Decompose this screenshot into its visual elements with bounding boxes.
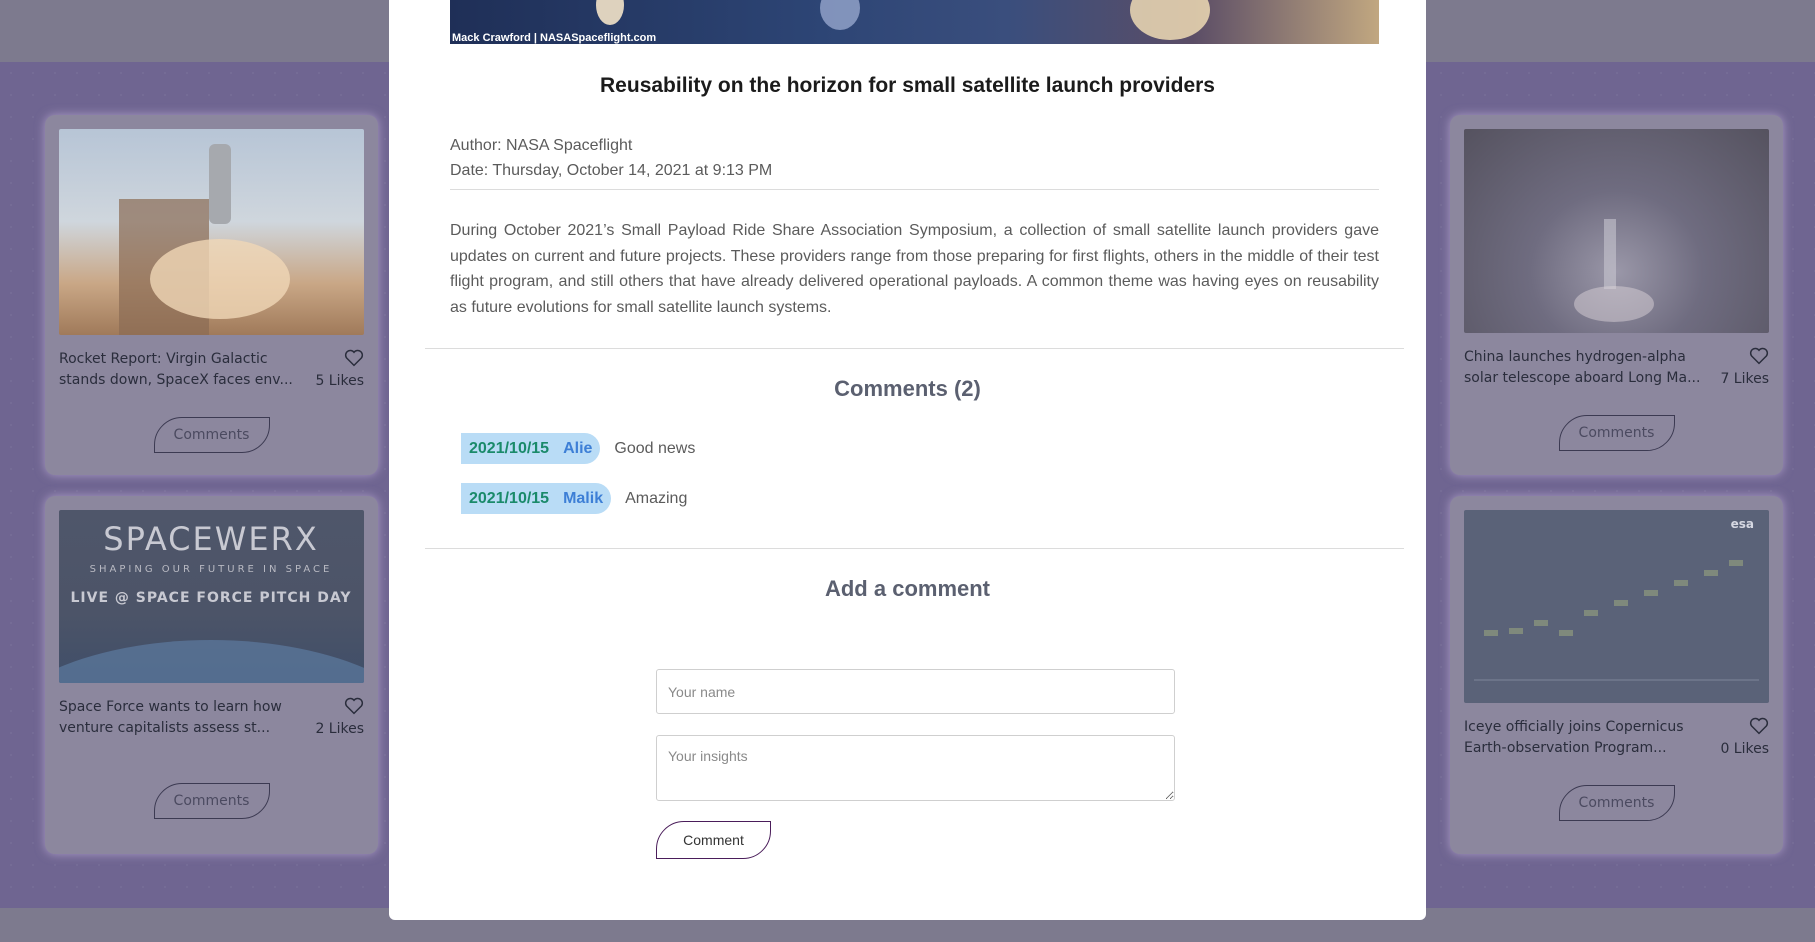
likes-count: 0 Likes <box>1720 741 1769 757</box>
card-title[interactable]: China launches hydrogen-alpha solar tele… <box>1464 347 1709 389</box>
heart-icon[interactable] <box>344 349 364 367</box>
banner-subtext: SHAPING OUR FUTURE IN SPACE <box>90 564 333 575</box>
heart-icon[interactable] <box>1749 347 1769 365</box>
card-title[interactable]: Space Force wants to learn how venture c… <box>59 697 304 739</box>
comments-button[interactable]: Comments <box>1558 785 1675 821</box>
likes-count: 7 Likes <box>1720 371 1769 387</box>
comments-button[interactable]: Comments <box>1558 415 1675 451</box>
card-title[interactable]: Iceye officially joins Copernicus Earth-… <box>1464 717 1709 759</box>
likes-count: 5 Likes <box>315 373 364 389</box>
heart-icon[interactable] <box>1749 717 1769 735</box>
submit-comment-button[interactable]: Comment <box>656 821 771 859</box>
esa-logo: esa <box>1731 517 1754 531</box>
divider <box>425 548 1404 549</box>
article-author: Author: NASA Spaceflight <box>450 137 633 154</box>
photo-credit: Mack Crawford | NASASpaceflight.com <box>452 32 657 44</box>
article-date: Date: Thursday, October 14, 2021 at 9:13… <box>450 162 773 179</box>
article-modal: Mack Crawford | NASASpaceflight.com Reus… <box>389 0 1426 920</box>
card-title[interactable]: Rocket Report: Virgin Galactic stands do… <box>59 349 304 391</box>
comment-author: Alie <box>563 439 593 457</box>
news-card: China launches hydrogen-alpha solar tele… <box>1450 115 1783 475</box>
card-image[interactable] <box>1464 129 1769 333</box>
add-comment-heading: Add a comment <box>824 576 991 601</box>
banner-tagline: LIVE @ SPACE FORCE PITCH DAY <box>71 590 352 606</box>
news-card: SPACEWERX SHAPING OUR FUTURE IN SPACE LI… <box>45 496 378 854</box>
comments-heading: Comments (2) <box>834 376 981 401</box>
comments-button[interactable]: Comments <box>153 417 270 453</box>
comment-badge: 2021/10/15 Alie <box>461 433 601 464</box>
insights-textarea[interactable] <box>656 735 1175 801</box>
news-card: esa Iceye officially joins Copernicus Ea… <box>1450 496 1783 854</box>
comment-date: 2021/10/15 <box>469 489 550 507</box>
rocket-launch-illustration <box>1574 219 1654 322</box>
comment-date: 2021/10/15 <box>469 439 550 457</box>
card-image[interactable]: esa <box>1464 510 1769 703</box>
comments-button[interactable]: Comments <box>153 783 270 819</box>
likes-count: 2 Likes <box>315 721 364 737</box>
divider <box>425 348 1404 349</box>
hero-image: Mack Crawford | NASASpaceflight.com <box>450 0 1379 44</box>
divider <box>450 189 1379 190</box>
card-image[interactable] <box>59 129 364 335</box>
infographic-image: esa <box>1474 517 1759 681</box>
spacewerx-banner: SPACEWERX SHAPING OUR FUTURE IN SPACE LI… <box>59 520 364 683</box>
comment-item: 2021/10/15 Malik Amazing <box>461 483 687 514</box>
comment-item: 2021/10/15 Alie Good news <box>461 433 695 464</box>
name-input[interactable] <box>656 669 1175 714</box>
heart-icon[interactable] <box>344 697 364 715</box>
card-image[interactable]: SPACEWERX SHAPING OUR FUTURE IN SPACE LI… <box>59 510 364 683</box>
comment-badge: 2021/10/15 Malik <box>461 483 612 514</box>
rocket-launch-illustration <box>119 144 290 335</box>
comment-author: Malik <box>563 489 604 507</box>
news-card: Rocket Report: Virgin Galactic stands do… <box>45 115 378 475</box>
comment-text: Good news <box>614 439 696 457</box>
comment-text: Amazing <box>625 489 688 507</box>
banner-text: SPACEWERX <box>103 520 318 558</box>
article-description: During October 2021’s Small Payload Ride… <box>450 222 1379 316</box>
article-title: Reusability on the horizon for small sat… <box>600 74 1215 97</box>
